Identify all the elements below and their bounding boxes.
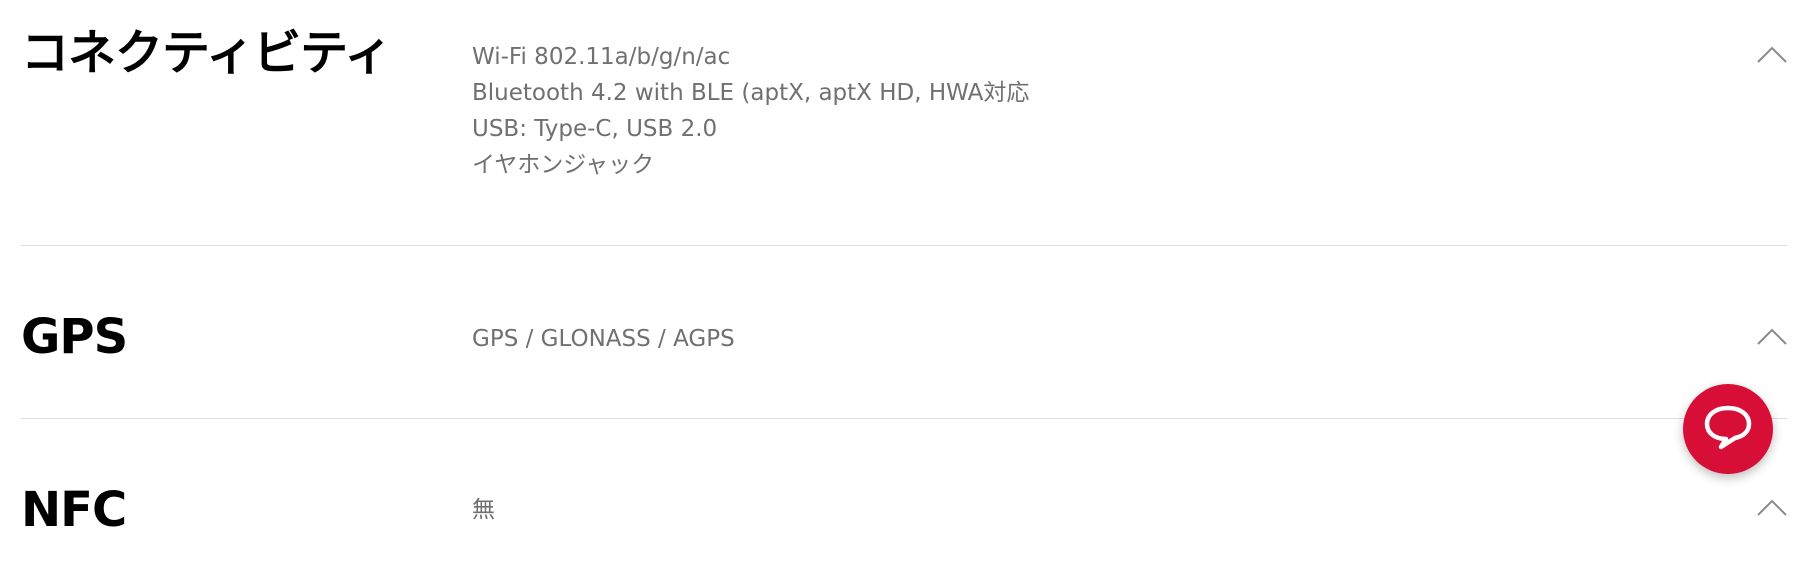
- spec-row-connectivity: コネクティビティ Wi-Fi 802.11a/b/g/n/ac Bluetoot…: [21, 0, 1787, 246]
- spec-title: GPS: [21, 309, 128, 365]
- spec-title: コネクティビティ: [21, 25, 392, 81]
- spec-row-nfc: NFC 無: [21, 419, 1787, 569]
- chevron-up-icon[interactable]: [1757, 497, 1787, 517]
- spec-values: GPS / GLONASS / AGPS: [472, 321, 735, 357]
- spec-list: コネクティビティ Wi-Fi 802.11a/b/g/n/ac Bluetoot…: [21, 0, 1787, 569]
- spec-values: 無: [472, 492, 495, 528]
- spec-value: GPS / GLONASS / AGPS: [472, 326, 735, 352]
- chevron-up-icon[interactable]: [1757, 326, 1787, 346]
- spec-value: Bluetooth 4.2 with BLE (aptX, aptX HD, H…: [472, 80, 1030, 106]
- spec-row-gps: GPS GPS / GLONASS / AGPS: [21, 246, 1787, 419]
- spec-value: USB: Type-C, USB 2.0: [472, 116, 718, 142]
- chat-bubble-icon: [1701, 402, 1755, 457]
- spec-value: イヤホンジャック: [472, 152, 655, 178]
- spec-values: Wi-Fi 802.11a/b/g/n/ac Bluetooth 4.2 wit…: [472, 39, 1029, 183]
- spec-title: NFC: [21, 482, 127, 538]
- chat-button[interactable]: [1683, 384, 1773, 474]
- spec-value: 無: [472, 497, 495, 523]
- spec-value: Wi-Fi 802.11a/b/g/n/ac: [472, 44, 731, 70]
- chevron-up-icon[interactable]: [1757, 44, 1787, 64]
